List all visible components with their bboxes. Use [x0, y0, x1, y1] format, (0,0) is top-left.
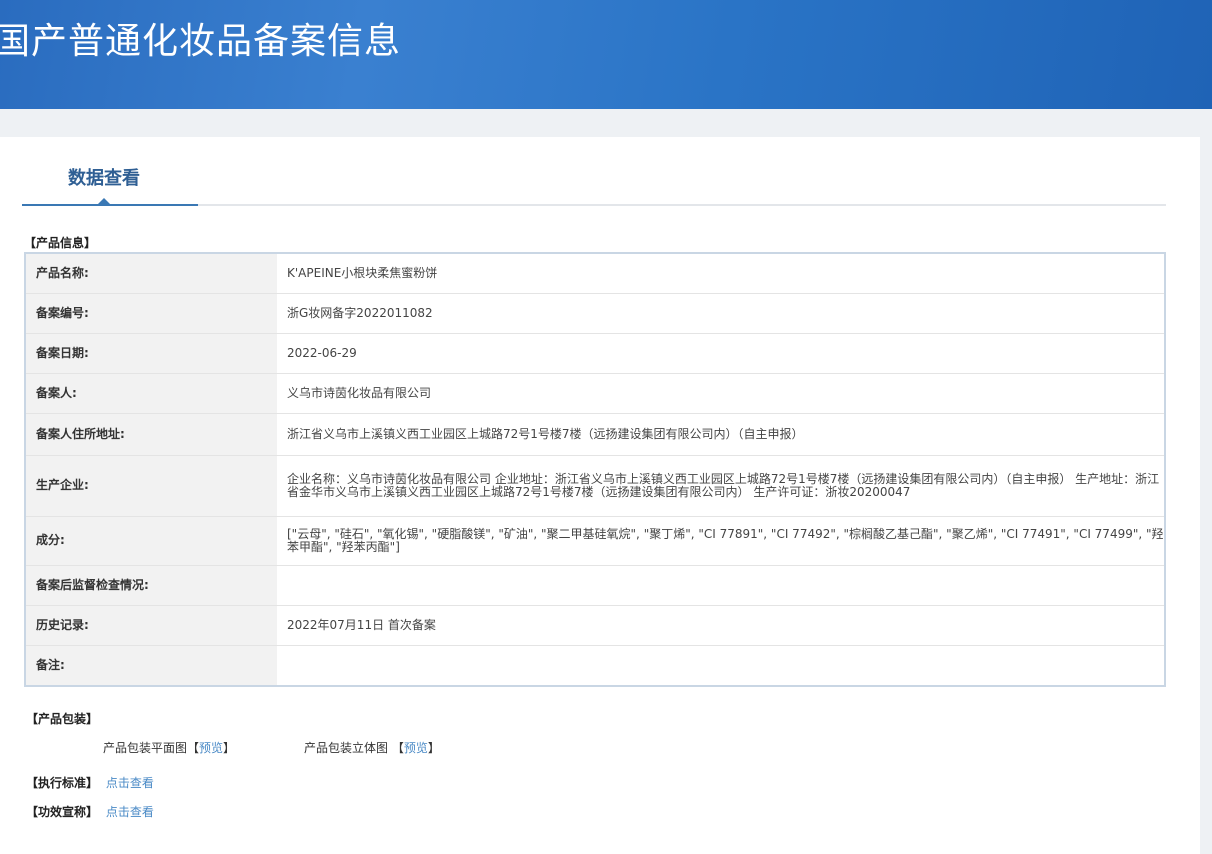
bracket: 】 [427, 741, 440, 755]
packaging-heading: 【产品包装】 [26, 712, 99, 726]
efficacy-heading: 【功效宣称】 [26, 805, 99, 819]
row-label: 生产企业: [25, 455, 277, 517]
row-value: 浙江省义乌市上溪镇义西工业园区上城路72号1号楼7楼（远扬建设集团有限公司内）（… [277, 413, 1165, 456]
packaging-solid-label: 产品包装立体图 [304, 741, 389, 755]
row-label: 备注: [25, 645, 277, 687]
tab-caret-icon [98, 198, 110, 204]
preview-flat-link[interactable]: 预览 [199, 741, 223, 755]
table-row: 成分: ["云母", "硅石", "氧化锡", "硬脂酸镁", "矿油", "聚二… [25, 516, 1165, 566]
row-value: 浙G妆网备字2022011082 [277, 293, 1165, 334]
table-row: 备案人住所地址: 浙江省义乌市上溪镇义西工业园区上城路72号1号楼7楼（远扬建设集… [25, 413, 1165, 456]
table-row: 生产企业: 企业名称：义乌市诗茵化妆品有限公司 企业地址：浙江省义乌市上溪镇义西工… [25, 455, 1165, 517]
tab-active-indicator [22, 204, 198, 206]
standard-view-link[interactable]: 点击查看 [106, 776, 154, 790]
table-row: 备注: [25, 645, 1165, 687]
preview-solid-link[interactable]: 预览 [404, 741, 428, 755]
row-value: K'APEINE小根块柔焦蜜粉饼 [277, 253, 1165, 294]
row-value: 2022年07月11日 首次备案 [277, 605, 1165, 646]
row-label: 备案后监督检查情况: [25, 565, 277, 606]
tab-data-view[interactable]: 数据查看 [68, 164, 140, 190]
bracket: 】 [223, 741, 236, 755]
row-label: 历史记录: [25, 605, 277, 646]
row-label: 备案日期: [25, 333, 277, 374]
row-value: ["云母", "硅石", "氧化锡", "硬脂酸镁", "矿油", "聚二甲基硅… [277, 516, 1165, 566]
row-label: 备案编号: [25, 293, 277, 334]
packaging-solid: 产品包装立体图 【预览】 [304, 739, 440, 756]
standard-heading: 【执行标准】 [26, 776, 99, 790]
row-value: 2022-06-29 [277, 333, 1165, 374]
row-label: 备案人住所地址: [25, 413, 277, 456]
row-label: 备案人: [25, 373, 277, 414]
product-info-heading: 【产品信息】 [24, 236, 97, 250]
efficacy-view-link[interactable]: 点击查看 [106, 805, 154, 819]
row-value: 企业名称：义乌市诗茵化妆品有限公司 企业地址：浙江省义乌市上溪镇义西工业园区上城… [277, 455, 1165, 517]
table-row: 历史记录: 2022年07月11日 首次备案 [25, 605, 1165, 646]
row-label: 成分: [25, 516, 277, 566]
row-value: 义乌市诗茵化妆品有限公司 [277, 373, 1165, 414]
page-header: 国产普通化妆品备案信息 [0, 0, 1212, 109]
table-row: 备案编号: 浙G妆网备字2022011082 [25, 293, 1165, 334]
table-row: 备案后监督检查情况: [25, 565, 1165, 606]
content-card: 数据查看 【产品信息】 产品名称: K'APEINE小根块柔焦蜜粉饼 备案编号: 浙G… [0, 137, 1200, 854]
bracket: 【 [391, 741, 404, 755]
row-value [277, 645, 1165, 687]
table-row: 备案日期: 2022-06-29 [25, 333, 1165, 374]
page-title: 国产普通化妆品备案信息 [0, 21, 402, 62]
packaging-flat: 产品包装平面图【预览】 [103, 739, 235, 756]
table-row: 产品名称: K'APEINE小根块柔焦蜜粉饼 [25, 253, 1165, 294]
row-label: 产品名称: [25, 253, 277, 294]
table-row: 备案人: 义乌市诗茵化妆品有限公司 [25, 373, 1165, 414]
product-info-table: 产品名称: K'APEINE小根块柔焦蜜粉饼 备案编号: 浙G妆网备字20220110… [24, 252, 1166, 687]
bracket: 【 [187, 741, 200, 755]
packaging-flat-label: 产品包装平面图 [103, 741, 188, 755]
row-value [277, 565, 1165, 606]
